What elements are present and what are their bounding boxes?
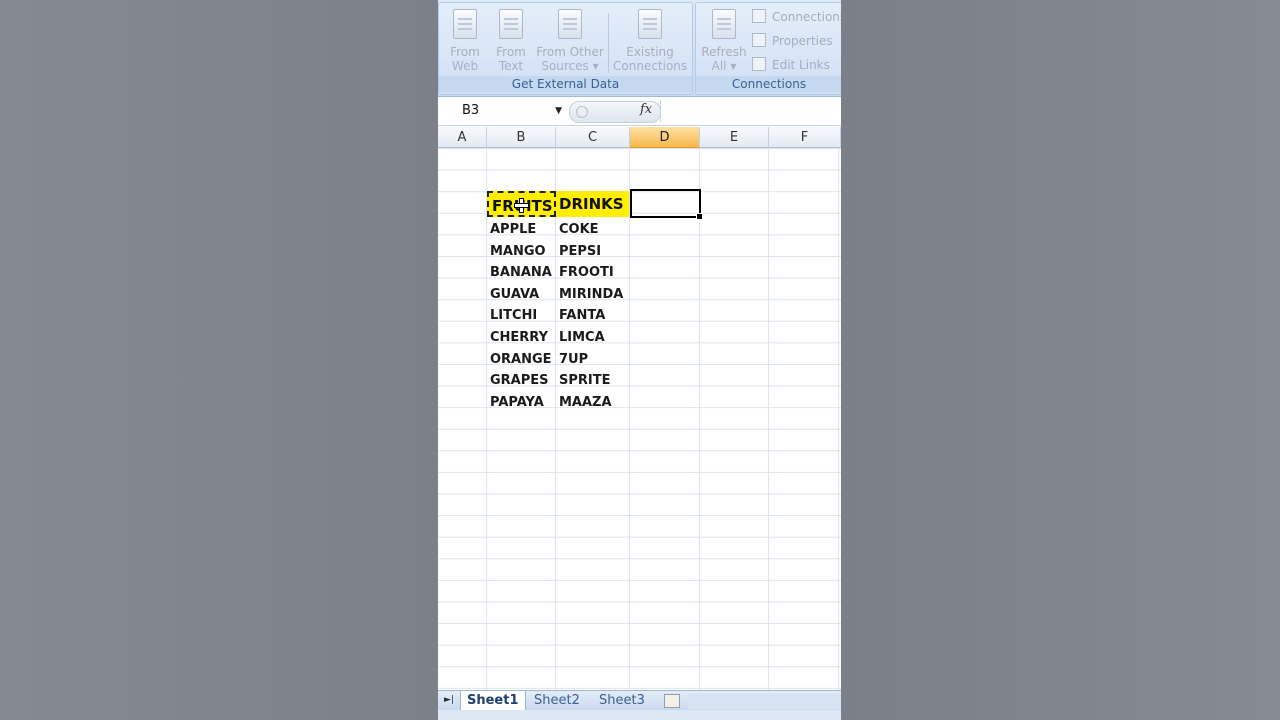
column-header-b[interactable]: B xyxy=(487,127,556,148)
circle-icon xyxy=(576,106,588,118)
table-row-cell-fruit[interactable]: APPLE xyxy=(487,219,536,240)
table-row-cell-drink[interactable]: FROOTI xyxy=(556,262,614,283)
connections-group: Refresh All ▾ Connections Properties Edi… xyxy=(695,2,841,95)
chevron-down-icon[interactable]: ▼ xyxy=(555,100,562,122)
tab-scroll-last-icon[interactable]: ►| xyxy=(442,693,456,707)
table-row-cell-fruit[interactable]: GRAPES xyxy=(487,370,549,391)
horizontal-scrollbar[interactable] xyxy=(688,693,841,709)
connections-label: Connections xyxy=(696,76,841,92)
connections-button[interactable]: Connections xyxy=(752,8,841,26)
gridline xyxy=(699,148,700,690)
table-row-cell-fruit[interactable]: ORANGE xyxy=(487,349,552,370)
properties-icon xyxy=(752,33,766,47)
ribbon: From Web From Text From Other Sources ▾ … xyxy=(438,0,841,97)
web-icon xyxy=(453,9,477,39)
status-bar xyxy=(438,710,841,720)
table-row-cell-drink[interactable]: COKE xyxy=(556,219,599,240)
table-row-cell-drink[interactable]: LIMCA xyxy=(556,327,605,348)
spreadsheet-window: From Web From Text From Other Sources ▾ … xyxy=(438,0,841,720)
gridline xyxy=(629,148,630,690)
from-web-button[interactable]: From Web xyxy=(445,7,485,73)
existing-connections-button[interactable]: Existing Connections xyxy=(613,7,687,73)
active-cell-selection[interactable] xyxy=(630,189,703,220)
get-external-data-label: Get External Data xyxy=(439,76,692,92)
tab-sheet2[interactable]: Sheet2 xyxy=(528,691,586,710)
formula-bar: B3 ▼ fx xyxy=(438,97,841,126)
edit-links-button[interactable]: Edit Links xyxy=(752,56,830,74)
from-other-sources-button[interactable]: From Other Sources ▾ xyxy=(535,7,605,73)
from-text-button[interactable]: From Text xyxy=(491,7,531,73)
connections-icon xyxy=(752,9,766,23)
existing-connections-icon xyxy=(638,9,662,39)
gridline xyxy=(768,148,769,690)
table-row-cell-drink[interactable]: 7UP xyxy=(556,349,588,370)
column-header-f[interactable]: F xyxy=(769,127,841,148)
properties-button[interactable]: Properties xyxy=(752,32,833,50)
sheet-tab-bar: ►| Sheet1 Sheet2 Sheet3 xyxy=(438,690,841,711)
column-header-e[interactable]: E xyxy=(700,127,769,148)
cell-cursor-icon xyxy=(514,198,529,213)
name-box[interactable]: B3 ▼ xyxy=(438,100,566,122)
edit-links-icon xyxy=(752,57,766,71)
column-header-c[interactable]: C xyxy=(556,127,630,148)
table-row-cell-drink[interactable]: MIRINDA xyxy=(556,284,623,305)
table-row-cell-fruit[interactable]: GUAVA xyxy=(487,284,539,305)
text-file-icon xyxy=(499,9,523,39)
table-row-cell-drink[interactable]: PEPSI xyxy=(556,241,601,262)
table-row-cell-fruit[interactable]: BANANA xyxy=(487,262,552,283)
refresh-all-button[interactable]: Refresh All ▾ xyxy=(700,7,748,73)
insert-sheet-icon[interactable] xyxy=(664,694,680,708)
table-row-cell-drink[interactable]: FANTA xyxy=(556,305,605,326)
table-row-cell-fruit[interactable]: LITCHI xyxy=(487,305,537,326)
column-header-a[interactable]: A xyxy=(438,127,487,148)
gridline xyxy=(838,148,839,690)
get-external-data-group: From Web From Text From Other Sources ▾ … xyxy=(438,2,693,95)
ribbon-separator xyxy=(608,13,609,73)
tab-sheet1[interactable]: Sheet1 xyxy=(460,691,526,711)
table-row-cell-fruit[interactable]: MANGO xyxy=(487,241,546,262)
table-row-cell-fruit[interactable]: CHERRY xyxy=(487,327,548,348)
video-side-bar-left xyxy=(0,0,438,720)
table-row-cell-drink[interactable]: MAAZA xyxy=(556,392,612,413)
tab-sheet3[interactable]: Sheet3 xyxy=(593,691,651,710)
insert-function-icon[interactable]: fx xyxy=(640,102,652,117)
other-sources-icon xyxy=(558,9,582,39)
formula-input[interactable] xyxy=(660,100,841,122)
table-row-cell-drink[interactable]: SPRITE xyxy=(556,370,611,391)
column-header-d[interactable]: D xyxy=(630,127,700,148)
refresh-icon xyxy=(712,9,736,39)
cell-c3-drinks[interactable]: DRINKS xyxy=(556,191,629,217)
table-row-cell-fruit[interactable]: PAPAYA xyxy=(487,392,544,413)
video-side-bar-right xyxy=(841,0,1280,720)
